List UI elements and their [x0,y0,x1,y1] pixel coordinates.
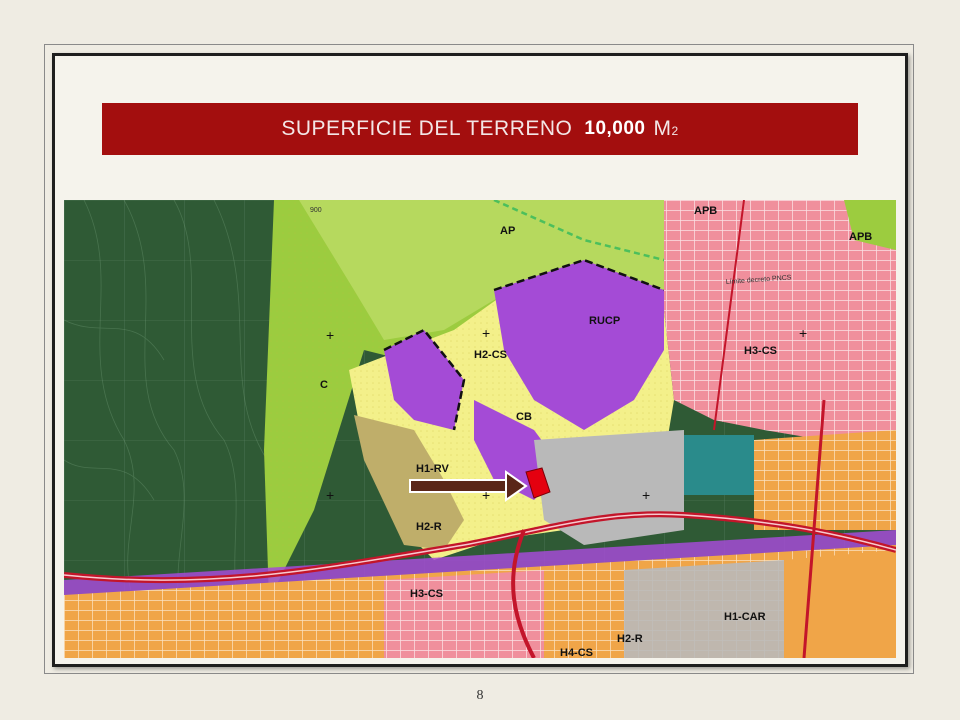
label-ap: AP [500,225,515,237]
label-cb: CB [516,411,532,423]
label-h2cs: H2-CS [474,349,507,361]
label-h3cs-right: H3-CS [744,345,777,357]
label-h1rv: H1-RV [416,463,449,475]
page-number: 8 [476,688,484,703]
label-contour-900: 900 [310,207,322,214]
svg-text:+: + [326,487,334,503]
svg-text:+: + [326,327,334,343]
svg-text:+: + [642,487,650,503]
zone-orange [754,430,896,530]
title-banner: SUPERFICIE DEL TERRENO 10,000 M2 [102,103,858,155]
area-value: 10,000 [584,118,646,139]
zone-teal [684,435,754,495]
area-unit: M2 [653,117,679,140]
svg-text:+: + [482,325,490,341]
label-apb-right: APB [849,231,872,243]
label-apb-top: APB [694,205,717,217]
svg-text:+: + [482,487,490,503]
banner-label: SUPERFICIE DEL TERRENO [281,117,573,140]
label-h3cs-bottom: H3-CS [410,588,443,600]
label-h1car: H1-CAR [724,611,766,623]
zoning-map: + + + + + + AP APB APB RUCP H2-CS C H1-R… [64,200,896,658]
label-rucp: RUCP [589,315,620,327]
label-c: C [320,379,328,391]
svg-text:+: + [799,325,807,341]
area-unit-superscript: 2 [671,124,679,138]
label-h2r-bottom: H2-R [617,633,643,645]
label-h2r-left: H2-R [416,521,442,533]
label-h4cs: H4-CS [560,647,593,658]
